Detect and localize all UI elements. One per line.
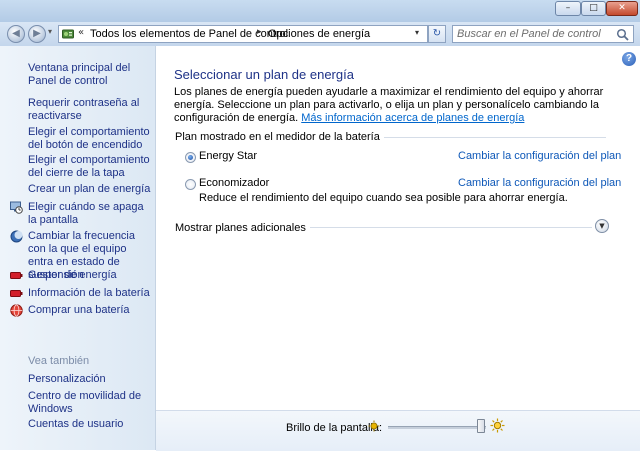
sidebar-link-personalization[interactable]: Personalización <box>28 373 154 386</box>
breadcrumb-separator-icon[interactable]: ▸ <box>257 27 262 37</box>
minimize-button[interactable]: – <box>555 1 581 16</box>
display-clock-icon <box>10 201 23 214</box>
navigation-bar: ◀ ▶ ▾ « Todos los elementos de Panel de … <box>0 22 640 46</box>
brightness-low-icon <box>368 420 380 432</box>
more-info-link[interactable]: Más información acerca de planes de ener… <box>301 112 524 124</box>
page-description: Los planes de energía pueden ayudarle a … <box>174 86 614 125</box>
sidebar-link-mobility-center[interactable]: Centro de movilidad de Windows <box>28 390 154 416</box>
plan-description: Reduce el rendimiento del equipo cuando … <box>199 192 568 204</box>
refresh-button[interactable]: ↻ <box>428 25 446 43</box>
globe-icon <box>10 304 23 317</box>
sidebar: Ventana principal del Panel de control R… <box>0 46 156 450</box>
brightness-slider[interactable] <box>388 426 486 429</box>
brightness-high-icon <box>490 418 505 433</box>
brightness-slider-thumb[interactable] <box>477 419 486 433</box>
plans-section-header: Plan mostrado en el medidor de la baterí… <box>175 131 384 143</box>
search-icon[interactable] <box>616 28 629 41</box>
plan-name-energy-star[interactable]: Energy Star <box>199 150 257 162</box>
sidebar-link-battery-info[interactable]: Información de la batería <box>28 287 154 300</box>
plan-name-economizer[interactable]: Economizador <box>199 177 269 189</box>
sidebar-link-require-password[interactable]: Requerir contraseña al reactivarse <box>28 97 154 123</box>
address-dropdown-icon[interactable]: ▾ <box>415 28 419 37</box>
page-title: Seleccionar un plan de energía <box>174 67 354 82</box>
show-additional-plans[interactable]: Mostrar planes adicionales <box>175 222 310 234</box>
battery-red-icon <box>10 290 23 297</box>
maximize-button[interactable]: □ <box>581 1 606 16</box>
address-bar[interactable]: « Todos los elementos de Panel de contro… <box>58 25 428 43</box>
moon-icon <box>10 230 23 243</box>
brightness-bar: Brillo de la pantalla: <box>156 410 640 451</box>
close-button[interactable]: ✕ <box>606 1 638 16</box>
help-button[interactable]: ? <box>622 52 636 66</box>
sidebar-link-create-plan[interactable]: Crear un plan de energía <box>28 183 154 196</box>
change-plan-settings-link[interactable]: Cambiar la configuración del plan <box>458 150 621 162</box>
sidebar-link-user-accounts[interactable]: Cuentas de usuario <box>28 418 154 431</box>
back-button[interactable]: ◀ <box>7 25 25 43</box>
sidebar-link-buy-battery[interactable]: Comprar una batería <box>28 304 154 317</box>
plan-radio-energy-star[interactable] <box>185 152 196 163</box>
plan-radio-economizer[interactable] <box>185 179 196 190</box>
sidebar-link-display-off[interactable]: Elegir cuándo se apaga la pantalla <box>28 201 154 227</box>
forward-button[interactable]: ▶ <box>28 25 46 43</box>
sidebar-link-control-panel-home[interactable]: Ventana principal del Panel de control <box>28 62 154 88</box>
see-also-heading: Vea también <box>28 355 90 367</box>
battery-red-icon <box>10 272 23 279</box>
section-divider <box>286 227 592 228</box>
main-content: ? Seleccionar un plan de energía Los pla… <box>156 46 640 451</box>
change-plan-settings-link[interactable]: Cambiar la configuración del plan <box>458 177 621 189</box>
title-bar: – □ ✕ <box>0 0 640 22</box>
breadcrumb-power-options[interactable]: Opciones de energía <box>268 28 370 40</box>
search-box[interactable] <box>452 25 634 43</box>
control-panel-icon <box>62 29 74 39</box>
address-overflow-icon[interactable]: « <box>78 27 84 38</box>
recent-pages-dropdown[interactable]: ▾ <box>48 27 52 36</box>
expand-chevron-icon[interactable]: ▼ <box>595 219 609 233</box>
sidebar-link-power-manager[interactable]: Gestor de energía <box>28 269 154 282</box>
search-input[interactable] <box>457 28 607 40</box>
sidebar-link-power-button[interactable]: Elegir el comportamiento del botón de en… <box>28 126 154 152</box>
sidebar-link-lid-close[interactable]: Elegir el comportamiento del cierre de l… <box>28 154 154 180</box>
